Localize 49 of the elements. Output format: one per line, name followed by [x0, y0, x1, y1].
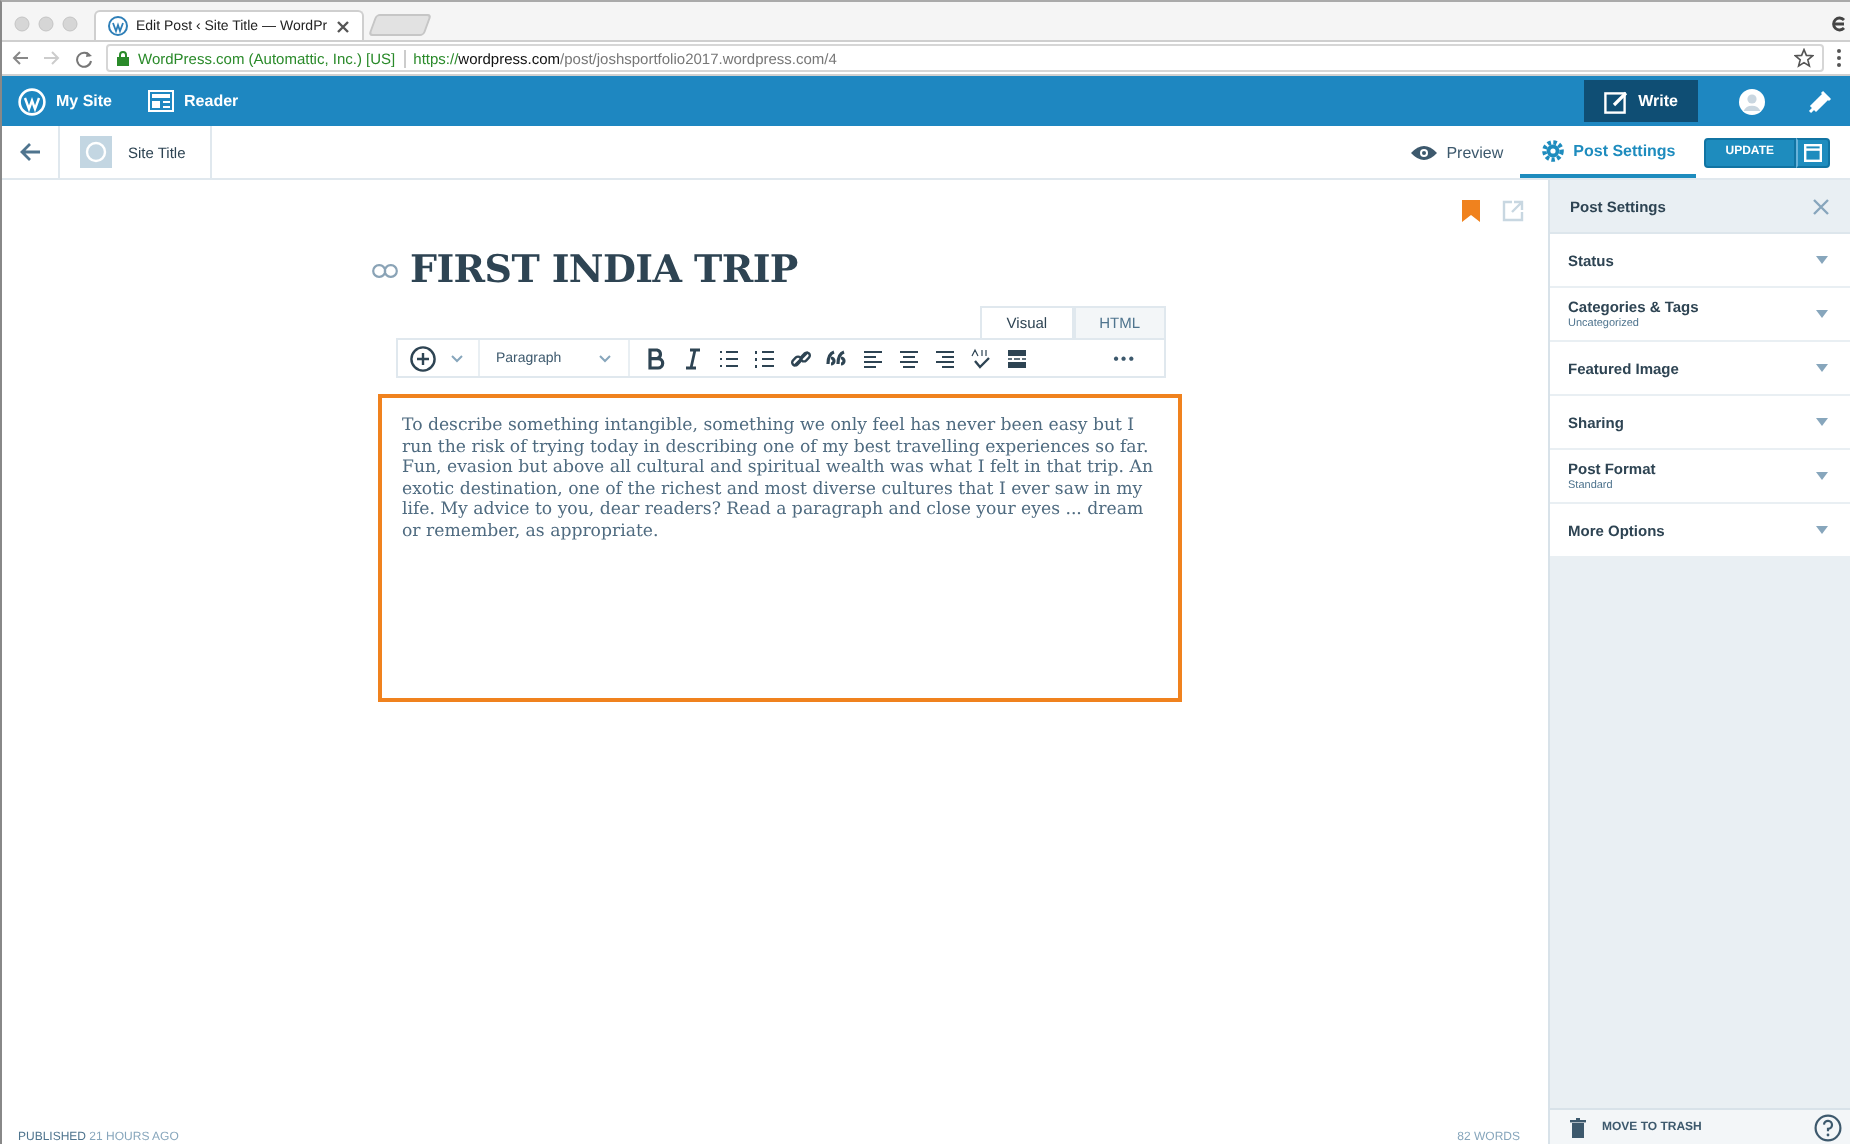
site-icon [80, 136, 112, 168]
calendar-icon [1804, 143, 1822, 161]
quote-icon[interactable] [825, 347, 848, 369]
caret-down-icon [1816, 418, 1828, 426]
plus-circle-icon[interactable] [410, 345, 436, 371]
lock-icon [116, 50, 130, 66]
reload-icon[interactable] [74, 48, 94, 68]
chevron-down-icon [597, 353, 612, 363]
back-arrow-icon[interactable] [18, 140, 42, 164]
caret-down-icon [1816, 364, 1828, 372]
preview-link[interactable]: Preview [1410, 143, 1504, 161]
align-center-icon[interactable] [897, 347, 920, 369]
my-site-link[interactable]: My Site [18, 87, 113, 115]
post-title[interactable]: FIRST INDIA TRIP [410, 248, 798, 292]
numbered-list-icon[interactable] [753, 347, 776, 369]
post-body-text: To describe something intangible, something we only feel has never been easy but I run the risk of trying today in describing one of my best travelling experiences so far. Fun, evasion but above all cultural and spiritual wealth was what I felt in that trip. An exotic destination, one of the richest and most diverse cultures that I ever saw in my life. My advice to you, dear readers? Read a paragraph and close your eyes ... dream or remember, as appropriate. [402, 416, 1156, 542]
star-icon[interactable] [1794, 48, 1814, 68]
more-button[interactable]: ••• [1097, 349, 1152, 367]
bold-icon[interactable] [645, 347, 668, 369]
align-right-icon[interactable] [933, 347, 956, 369]
pencil-icon [1604, 89, 1629, 113]
schedule-button[interactable] [1796, 137, 1830, 167]
menu-icon[interactable] [1836, 48, 1842, 68]
trash-icon [1570, 1117, 1586, 1137]
gear-icon [1539, 137, 1566, 163]
caret-down-icon [1816, 472, 1828, 480]
reader-link[interactable]: Reader [148, 90, 239, 112]
close-icon [335, 19, 350, 33]
help-icon[interactable] [1814, 1113, 1842, 1141]
write-button[interactable]: Write [1584, 80, 1698, 122]
bulleted-list-icon[interactable] [717, 347, 740, 369]
read-more-icon[interactable] [1005, 347, 1028, 369]
align-left-icon[interactable] [861, 347, 884, 369]
wordpress-logo-icon [108, 16, 128, 36]
post-content-field[interactable] [378, 394, 1182, 702]
bookmark-icon[interactable] [1462, 200, 1480, 222]
eye-icon [1410, 143, 1439, 161]
caret-down-icon [1816, 310, 1828, 318]
link-icon[interactable] [789, 347, 812, 369]
caret-down-icon [1816, 256, 1828, 264]
link-icon [372, 263, 398, 277]
wordpress-logo-icon [18, 87, 46, 115]
back-arrow-icon[interactable] [10, 48, 30, 68]
spellcheck-icon[interactable] [969, 347, 992, 369]
italic-icon[interactable] [681, 347, 704, 369]
caret-down-icon [1816, 526, 1828, 534]
avatar-icon[interactable] [1738, 87, 1766, 115]
reader-icon [148, 90, 175, 112]
chevron-down-icon[interactable] [450, 353, 464, 363]
